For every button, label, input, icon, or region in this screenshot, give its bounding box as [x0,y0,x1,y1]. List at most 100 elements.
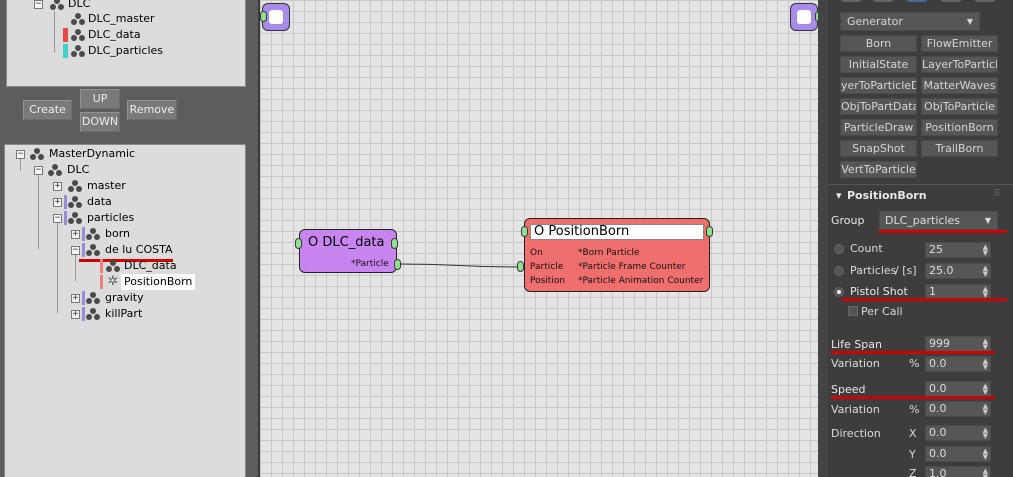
dlc-tree[interactable]: − DLC DLC_master DLC_data DLC_particles [6,0,246,87]
module-born-button[interactable]: Born [840,35,917,52]
collapse-icon[interactable]: − [71,246,80,255]
input-port[interactable] [295,238,302,249]
group-select[interactable]: DLC_particles ▼ [879,211,998,230]
module-initialstate-button[interactable]: InitialState [840,56,917,73]
tree-item-data[interactable]: data [87,194,112,210]
up-button[interactable]: UP [80,89,120,109]
life-span-field[interactable]: 999 ▲ ▼ [925,336,991,352]
tree-item-de-lu-costa[interactable]: de lu COSTA [105,242,172,258]
expand-icon[interactable]: + [71,230,80,239]
tree-item-gravity[interactable]: gravity [105,290,144,306]
module-layertoparticle-button[interactable]: LayerToParticle [921,56,998,73]
color-bar [63,44,68,58]
collapse-icon[interactable]: − [34,166,43,175]
module-positionborn-button[interactable]: PositionBorn [921,119,998,136]
module-objtoparticle-button[interactable]: ObjToParticle [921,98,998,115]
node-group-icon [49,0,65,11]
chevron-down-icon: ▼ [984,216,991,225]
module-matterwaves-button[interactable]: MatterWaves [921,77,998,94]
section-toggle-icon[interactable]: ▾ [836,189,842,202]
particle-output-port[interactable] [394,259,401,270]
output-port[interactable] [706,226,713,237]
output-label: *Particle [351,259,389,269]
annotation-underline [879,230,1007,233]
tree-item-dlc[interactable]: DLC [67,162,89,178]
tree-item-dlc[interactable]: DLC [68,0,90,12]
tree-item-masterdynamic[interactable]: MasterDynamic [49,146,135,162]
node-group-icon [105,259,121,273]
node-graph-canvas[interactable]: O DLC_data *Particle O PositionBorn On *… [258,0,822,477]
expand-icon[interactable]: + [71,294,80,303]
direction-y-field[interactable]: 0.0 ▲ ▼ [925,446,991,462]
per-call-label: Per Call [861,305,903,318]
count-radio[interactable] [834,244,844,254]
collapse-icon[interactable]: − [53,214,62,223]
left-panel: − DLC DLC_master DLC_data DLC_particles … [0,0,258,477]
tree-item-dlc-master[interactable]: DLC_master [88,11,155,27]
particles-field[interactable]: 25.0 ▲ ▼ [925,263,991,279]
module-verttoparticle-button[interactable]: VertToParticle [840,161,917,178]
variation-field[interactable]: 0.0 ▲ ▼ [925,401,991,417]
collapse-icon[interactable]: − [16,150,25,159]
tree-item-killpart[interactable]: killPart [105,306,142,322]
port-desc: *Particle Animation Counter [578,276,704,286]
annotation-underline [831,396,995,399]
particles-radio[interactable] [834,266,844,276]
group-select-value: DLC_particles [885,214,960,227]
node-group-icon [67,195,83,209]
collapse-icon[interactable]: − [34,0,43,9]
tree-item-positionborn[interactable]: PositionBorn [121,274,196,290]
port-desc: *Born Particle [578,248,640,258]
direction-z-field[interactable]: 1.0 ▲ ▼ [925,466,991,477]
tree-item-born[interactable]: born [105,226,130,242]
output-port[interactable] [391,238,398,249]
down-button[interactable]: DOWN [80,112,120,132]
node-group-icon [67,179,83,193]
expand-icon[interactable]: + [71,310,80,319]
node-dlc-data[interactable]: O DLC_data *Particle [299,229,397,273]
per-second-label: / [s] [895,264,917,277]
module-flowemitter-button[interactable]: FlowEmitter [921,35,998,52]
tree-item-dlc-particles[interactable]: DLC_particles [88,43,163,59]
percent-label: % [909,403,920,416]
tree-item-dlc-data[interactable]: DLC_data [88,27,141,43]
expand-icon[interactable]: + [53,182,62,191]
pistol-shot-radio[interactable] [834,287,844,297]
section-title: PositionBorn [847,189,927,202]
toolbar-icons[interactable] [836,0,1006,4]
percent-label: % [909,357,920,370]
node-group-icon [85,307,101,321]
tree-item-particles[interactable]: particles [87,210,134,226]
direction-x-field[interactable]: 0.0 ▲ ▼ [925,425,991,441]
particle-input-port[interactable] [517,261,524,272]
input-port[interactable] [521,226,528,237]
color-bar [63,28,68,42]
grip-icon[interactable]: ⠿ [994,189,1001,199]
z-label: Z [909,467,917,477]
speed-field[interactable]: 0.0 ▲ ▼ [925,381,991,397]
port-label-position: Position [530,276,566,286]
count-field[interactable]: 25 ▲ ▼ [925,242,991,258]
count-label: Count [850,242,883,255]
gear-icon: ✲ [107,274,119,289]
module-trailborn-button[interactable]: TrailBorn [921,140,998,157]
remove-button[interactable]: Remove [127,100,177,120]
dynamic-tree[interactable]: − MasterDynamic − DLC + master + data − … [4,144,246,477]
node-positionborn[interactable]: O PositionBorn On *Born Particle Particl… [524,218,710,292]
annotation-underline [842,298,1007,301]
expand-icon[interactable]: + [53,198,62,207]
module-snapshot-button[interactable]: SnapShot [840,140,917,157]
variation-field[interactable]: 0.0 ▲ ▼ [925,356,991,372]
annotation-underline [831,351,995,354]
module-layertoparticledata-button[interactable]: yerToParticleDa [840,77,917,94]
node-group-icon [70,12,86,26]
create-button[interactable]: Create [23,100,72,120]
variation-label: Variation [831,403,880,416]
module-particledraw-button[interactable]: ParticleDraw [840,119,917,136]
per-call-checkbox[interactable] [848,306,858,316]
port-desc: *Particle Frame Counter [578,262,686,272]
generator-select[interactable]: Generator ▼ [840,12,980,31]
module-objtopartdata-button[interactable]: ObjToPartData [840,98,917,115]
tree-item-dlc-data[interactable]: DLC_data [124,258,177,274]
tree-item-master[interactable]: master [87,178,126,194]
